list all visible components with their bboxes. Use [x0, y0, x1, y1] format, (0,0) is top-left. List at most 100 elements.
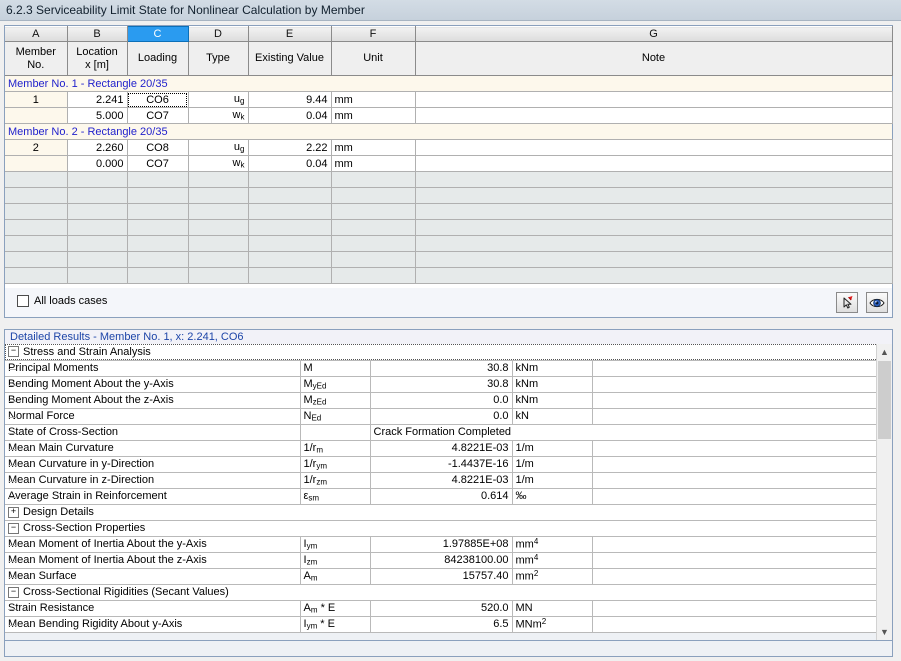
empty-cell[interactable]	[331, 236, 415, 252]
detail-row[interactable]: Bending Moment About the y-AxisMyEd30.8k…	[5, 376, 876, 392]
empty-cell[interactable]	[5, 220, 67, 236]
empty-cell[interactable]	[67, 252, 127, 268]
empty-cell[interactable]	[5, 204, 67, 220]
cell-note[interactable]	[415, 156, 892, 172]
empty-cell[interactable]	[67, 188, 127, 204]
detail-row[interactable]: Mean Curvature in z-Direction1/rzm4.8221…	[5, 472, 876, 488]
cell-type[interactable]: wk	[188, 108, 248, 124]
empty-cell[interactable]	[127, 236, 188, 252]
cell-unit[interactable]: mm	[331, 108, 415, 124]
empty-cell[interactable]	[415, 220, 892, 236]
detail-row[interactable]: Strain ResistanceAm * E520.0MN	[5, 600, 876, 616]
cell-unit[interactable]: mm	[331, 156, 415, 172]
cell-existing-value[interactable]: 0.04	[248, 108, 331, 124]
table-row[interactable]: 12.241CO6ug9.44mm	[5, 92, 892, 108]
empty-cell[interactable]	[188, 268, 248, 284]
cell-existing-value[interactable]: 9.44	[248, 92, 331, 108]
empty-cell[interactable]	[127, 268, 188, 284]
scroll-up-arrow[interactable]: ▲	[877, 344, 892, 360]
empty-cell[interactable]	[248, 172, 331, 188]
cell-note[interactable]	[415, 92, 892, 108]
empty-cell[interactable]	[331, 252, 415, 268]
detail-row[interactable]: Mean Moment of Inertia About the z-AxisI…	[5, 552, 876, 568]
detail-row[interactable]: Mean Curvature in y-Direction1/rym-1.443…	[5, 456, 876, 472]
cell-unit[interactable]: mm	[331, 140, 415, 156]
cell-member-no[interactable]	[5, 156, 67, 172]
cell-location[interactable]: 2.260	[67, 140, 127, 156]
column-letter-d[interactable]: D	[188, 27, 248, 42]
cell-loading[interactable]: CO6	[127, 92, 188, 108]
section-row[interactable]: −Cross-Sectional Rigidities (Secant Valu…	[5, 584, 876, 600]
column-letter-a[interactable]: A	[5, 27, 67, 42]
cell-member-no[interactable]: 2	[5, 140, 67, 156]
scrollbar-thumb[interactable]	[878, 361, 891, 439]
empty-cell[interactable]	[5, 172, 67, 188]
cell-type[interactable]: ug	[188, 92, 248, 108]
empty-cell[interactable]	[331, 268, 415, 284]
scroll-down-arrow[interactable]: ▼	[877, 624, 892, 640]
section-label[interactable]: −Stress and Strain Analysis	[5, 344, 876, 360]
table-row[interactable]: 22.260CO8ug2.22mm	[5, 140, 892, 156]
empty-cell[interactable]	[331, 188, 415, 204]
cell-type[interactable]: wk	[188, 156, 248, 172]
empty-cell[interactable]	[188, 172, 248, 188]
empty-cell[interactable]	[248, 268, 331, 284]
subsection-row[interactable]: +Design Details	[5, 504, 876, 520]
cell-existing-value[interactable]: 2.22	[248, 140, 331, 156]
empty-cell[interactable]	[331, 220, 415, 236]
view-results-button[interactable]	[866, 292, 888, 313]
empty-cell[interactable]	[5, 236, 67, 252]
empty-cell[interactable]	[67, 236, 127, 252]
empty-cell[interactable]	[67, 204, 127, 220]
detail-row[interactable]: Normal ForceNEd0.0kN	[5, 408, 876, 424]
column-letter-c[interactable]: C	[127, 27, 188, 42]
empty-cell[interactable]	[248, 204, 331, 220]
detail-row[interactable]: Mean Moment of Inertia About the y-AxisI…	[5, 536, 876, 552]
empty-cell[interactable]	[331, 204, 415, 220]
column-letter-f[interactable]: F	[331, 27, 415, 42]
collapse-icon[interactable]: −	[8, 346, 19, 357]
empty-cell[interactable]	[188, 252, 248, 268]
result-table-panel[interactable]: ABCDEFGMemberNo.Locationx [m]LoadingType…	[4, 25, 893, 317]
empty-row[interactable]	[5, 204, 892, 220]
empty-cell[interactable]	[5, 188, 67, 204]
empty-cell[interactable]	[188, 188, 248, 204]
cell-existing-value[interactable]: 0.04	[248, 156, 331, 172]
empty-cell[interactable]	[188, 236, 248, 252]
all-load-cases-checkbox[interactable]: All loads cases	[17, 295, 107, 307]
column-letter-e[interactable]: E	[248, 27, 331, 42]
empty-cell[interactable]	[127, 204, 188, 220]
cell-member-no[interactable]: 1	[5, 92, 67, 108]
cell-unit[interactable]: mm	[331, 92, 415, 108]
section-row[interactable]: −Stress and Strain Analysis	[5, 344, 876, 360]
empty-row[interactable]	[5, 236, 892, 252]
cell-loading[interactable]: CO8	[127, 140, 188, 156]
collapse-icon[interactable]: −	[8, 523, 19, 534]
detailed-results-scrollbar[interactable]: ▲ ▼	[876, 344, 892, 640]
cell-location[interactable]: 0.000	[67, 156, 127, 172]
section-row[interactable]: −Cross-Section Properties	[5, 520, 876, 536]
detail-row[interactable]: Principal MomentsM30.8kNm	[5, 360, 876, 376]
empty-row[interactable]	[5, 268, 892, 284]
section-label[interactable]: −Cross-Section Properties	[5, 520, 876, 536]
detail-row[interactable]: Bending Moment About the z-AxisMzEd0.0kN…	[5, 392, 876, 408]
empty-cell[interactable]	[415, 172, 892, 188]
detail-row[interactable]: State of Cross-SectionCrack Formation Co…	[5, 424, 876, 440]
cell-note[interactable]	[415, 108, 892, 124]
cell-type[interactable]: ug	[188, 140, 248, 156]
empty-cell[interactable]	[188, 220, 248, 236]
empty-cell[interactable]	[67, 172, 127, 188]
detail-row[interactable]: Mean SurfaceAm15757.40mm2	[5, 568, 876, 584]
empty-cell[interactable]	[127, 252, 188, 268]
expand-icon[interactable]: +	[8, 507, 19, 518]
empty-cell[interactable]	[127, 220, 188, 236]
empty-cell[interactable]	[127, 172, 188, 188]
empty-cell[interactable]	[248, 188, 331, 204]
empty-cell[interactable]	[127, 188, 188, 204]
detail-row[interactable]: Average Strain in Reinforcementεsm0.614‰	[5, 488, 876, 504]
empty-row[interactable]	[5, 172, 892, 188]
column-letter-b[interactable]: B	[67, 27, 127, 42]
empty-cell[interactable]	[331, 172, 415, 188]
cell-location[interactable]: 5.000	[67, 108, 127, 124]
empty-cell[interactable]	[415, 236, 892, 252]
